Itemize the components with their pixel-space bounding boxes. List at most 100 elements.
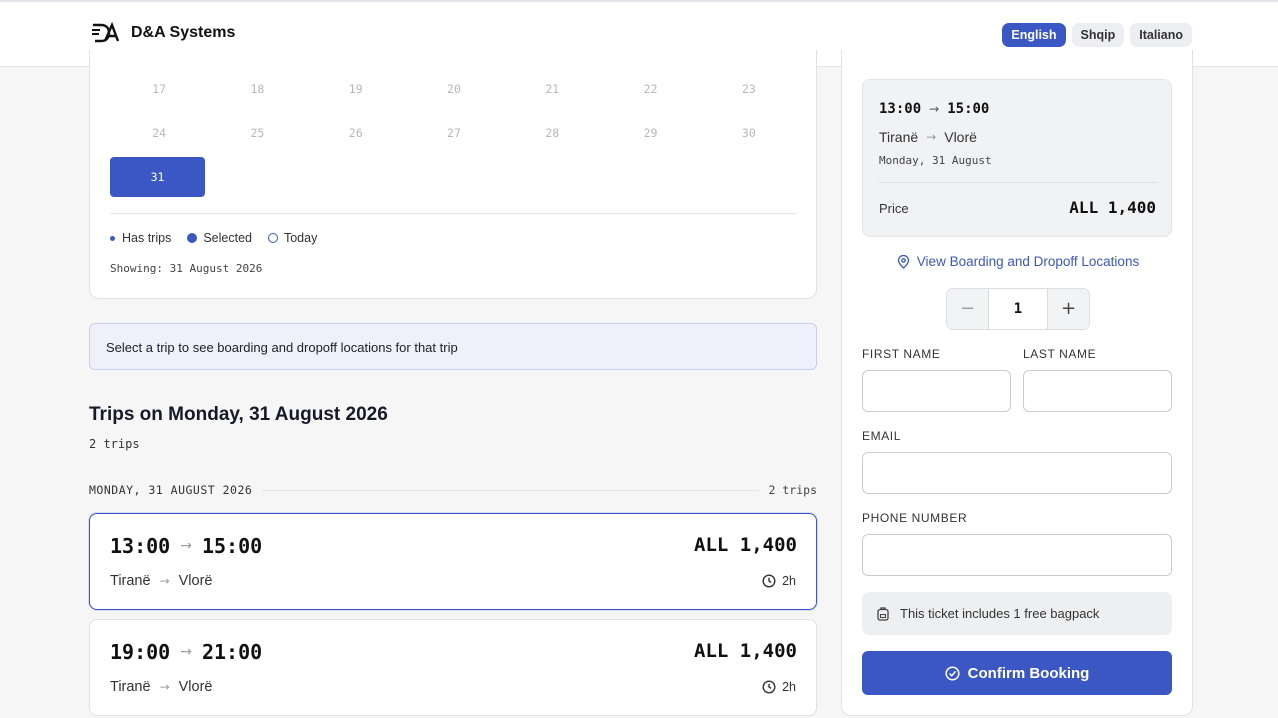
view-locations-label: View Boarding and Dropoff Locations [916,254,1140,269]
calendar-grid: 17 18 19 20 21 22 23 24 25 26 27 28 29 3… [110,72,798,160]
today-dot-icon [267,233,278,243]
phone-label: PHONE NUMBER [862,511,968,525]
calendar-day[interactable]: 30 [700,116,798,160]
trip-times: 13:00 → 15:00 [110,534,262,558]
confirm-booking-label: Confirm Booking [967,664,1090,682]
calendar-divider [110,213,797,214]
trip-from: Tiranë [110,573,151,589]
logo-icon [92,21,119,43]
increment-button[interactable]: + [1048,289,1089,329]
arrow-right-icon: → [180,538,192,554]
day-label: MONDAY, 31 AUGUST 2026 [89,483,253,497]
calendar-day[interactable]: 22 [601,72,699,116]
last-name-label: LAST NAME [1023,347,1097,361]
trip-arrive: 15:00 [201,534,263,558]
lang-english-button[interactable]: English [1002,23,1066,47]
trip-times: 19:00 → 21:00 [110,640,262,664]
summary-divider [879,182,1157,183]
calendar-day[interactable]: 29 [601,116,699,160]
summary-from: Tiranë [879,129,919,145]
calendar-day[interactable]: 18 [208,72,306,116]
bag-note-text: This ticket includes 1 free bagpack [900,606,1100,621]
trip-arrive: 21:00 [201,640,263,664]
language-switcher: English Shqip Italiano [1002,23,1192,47]
trip-depart: 13:00 [110,534,171,558]
calendar-day[interactable]: 23 [700,72,798,116]
confirm-booking-button[interactable]: Confirm Booking [862,651,1172,695]
has-trips-dot-icon [110,235,115,241]
calendar-day[interactable]: 28 [503,116,601,160]
showing-date: Showing: 31 August 2026 [110,262,263,275]
legend-today: Today [283,231,318,245]
summary-price-value: ALL 1,400 [1069,198,1156,217]
day-trip-count: 2 trips [768,483,817,497]
phone-field[interactable] [862,534,1172,576]
last-name-field[interactable] [1023,370,1172,412]
bag-note: This ticket includes 1 free bagpack [862,592,1172,635]
calendar-week: 24 25 26 27 28 29 30 [110,116,798,160]
trip-to: Vlorë [178,573,213,589]
calendar-day[interactable]: 24 [110,116,208,160]
calendar-day[interactable]: 27 [405,116,503,160]
quantity-value[interactable]: 1 [988,289,1048,329]
summary-times: 13:00 → 15:00 [879,101,989,117]
legend-has-trips: Has trips [122,231,172,245]
calendar-week: 17 18 19 20 21 22 23 [110,72,798,116]
summary-price-label: Price [879,201,909,216]
summary-to: Vlorë [944,129,977,145]
calendar-day[interactable]: 26 [307,116,405,160]
trip-duration: 2h [762,574,796,588]
lang-italiano-button[interactable]: Italiano [1130,23,1192,47]
lang-shqip-button[interactable]: Shqip [1071,23,1125,47]
backpack-icon [877,607,889,621]
map-pin-icon [897,254,909,269]
legend-selected: Selected [203,231,252,245]
view-locations-link[interactable]: View Boarding and Dropoff Locations [842,254,1194,269]
trip-duration-value: 2h [782,574,796,588]
email-label: EMAIL [862,429,902,443]
trip-card-selected[interactable]: 13:00 → 15:00 ALL 1,400 Tiranë → Vlorë 2… [89,513,817,610]
clock-icon [762,680,776,694]
trip-depart: 19:00 [110,640,171,664]
arrow-right-icon: → [180,644,192,660]
trip-price: ALL 1,400 [694,640,797,662]
trip-to: Vlorë [178,679,213,695]
check-circle-icon [945,665,960,681]
calendar-day[interactable]: 20 [405,72,503,116]
clock-icon [762,574,776,588]
trip-duration: 2h [762,680,796,694]
arrow-right-icon: → [929,102,940,116]
decrement-button[interactable]: − [947,289,988,329]
arrow-right-icon: → [159,680,170,694]
brand[interactable]: D&A Systems [91,21,235,45]
calendar-day-selected[interactable]: 31 [110,157,205,197]
calendar-day[interactable]: 21 [503,72,601,116]
trip-from: Tiranë [110,679,151,695]
trips-count: 2 trips [89,437,140,451]
calendar-day[interactable]: 19 [307,72,405,116]
calendar-day[interactable]: 17 [110,72,208,116]
first-name-field[interactable] [862,370,1011,412]
calendar-card: 17 18 19 20 21 22 23 24 25 26 27 28 29 3… [89,50,817,299]
summary-depart: 13:00 [879,101,922,117]
trip-summary: 13:00 → 15:00 Tiranë → Vlorë Monday, 31 … [862,79,1172,237]
trip-card[interactable]: 19:00 → 21:00 ALL 1,400 Tiranë → Vlorë 2… [89,619,817,716]
info-message: Select a trip to see boarding and dropof… [89,323,817,370]
arrow-right-icon: → [926,130,937,144]
summary-arrive: 15:00 [947,101,990,117]
trip-route: Tiranë → Vlorë [110,679,212,695]
trips-title: Trips on Monday, 31 August 2026 [89,404,388,425]
summary-date: Monday, 31 August [879,154,992,167]
selected-dot-icon [187,233,198,243]
email-field[interactable] [862,452,1172,494]
summary-route: Tiranë → Vlorë [879,129,977,145]
day-divider [262,490,759,491]
first-name-label: FIRST NAME [862,347,941,361]
calendar-legend: Has trips Selected Today [110,231,317,245]
calendar-day[interactable]: 25 [208,116,306,160]
trip-price: ALL 1,400 [694,534,797,556]
quantity-stepper: − 1 + [946,288,1090,330]
arrow-right-icon: → [159,574,170,588]
booking-panel: 13:00 → 15:00 Tiranë → Vlorë Monday, 31 … [841,50,1193,716]
trip-duration-value: 2h [782,680,796,694]
